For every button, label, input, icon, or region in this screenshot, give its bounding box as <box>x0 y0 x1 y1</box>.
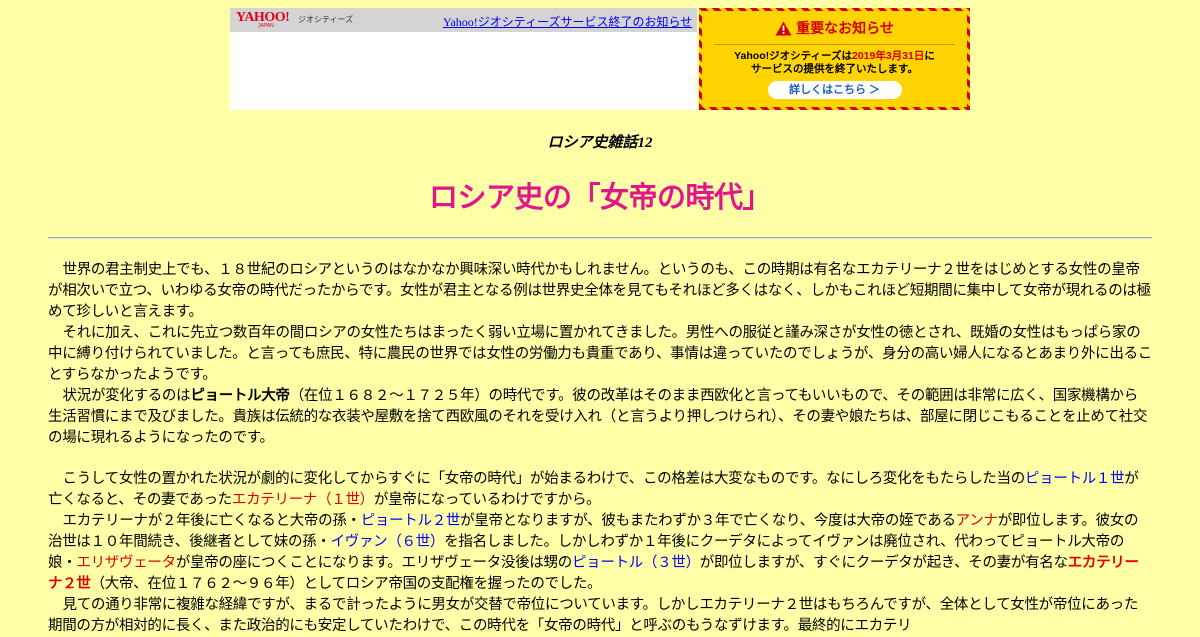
banner-line1-post: に <box>924 50 935 62</box>
p5-text-a: エカテリーナが２年後に亡くなると大帝の孫・ <box>62 513 362 529</box>
geocities-top-bar: YAHOO! JAPAN ジオシティーズ Yahoo!ジオシティーズサービス終了… <box>230 8 970 110</box>
p3-text-a: 状況が変化するのは <box>62 388 191 404</box>
banner-line1-pre: Yahoo!ジオシティーズは <box>734 50 852 62</box>
p5-text-b: が皇帝となりますが、彼もまたわずか３年で亡くなり、今度は大帝の姪である <box>460 513 956 529</box>
ivan-6-name: イヴァン（６世） <box>330 534 445 550</box>
banner-end-date: 2019年3月31日 <box>851 50 925 62</box>
paragraph-3: 状況が変化するのはピョートル大帝（在位１６８２～１７２５年）の時代です。彼の改革… <box>48 386 1152 449</box>
p4-text-a: こうして女性の置かれた状況が劇的に変化してからすぐに「女帝の時代」が始まるわけで… <box>62 471 1026 487</box>
p5-text-g: （大帝、在位１７６２～９６年）としてロシア帝国の支配権を握ったのでした。 <box>90 576 602 592</box>
anna-name: アンナ <box>955 513 998 529</box>
service-end-notice-link[interactable]: Yahoo!ジオシティーズサービス終了のお知らせ <box>443 13 692 30</box>
banner-line2: サービスの提供を終了いたします。 <box>751 63 918 75</box>
elizabeth-name: エリザヴェータ <box>76 555 176 571</box>
peter-1-name: ピョートル１世 <box>1024 471 1125 487</box>
paragraph-6: 見ての通り非常に複雑な経緯ですが、まるで計ったように男女が交替で帝位についていま… <box>48 597 1139 634</box>
paragraph-4: こうして女性の置かれた状況が劇的に変化してからすぐに「女帝の時代」が始まるわけで… <box>48 469 1152 511</box>
page-title: ロシア史の「女帝の時代」 <box>428 180 772 214</box>
p4-text-c: が皇帝になっているわけですから。 <box>373 492 601 508</box>
warning-icon <box>775 21 792 35</box>
catherine-1-name: エカテリーナ（１世） <box>231 492 374 508</box>
details-button[interactable]: 詳しくはこちら ＞ <box>767 81 902 99</box>
paragraph-5: エカテリーナが２年後に亡くなると大帝の孫・ピョートル２世が皇帝となりますが、彼も… <box>48 511 1152 595</box>
horizontal-rule <box>48 237 1152 239</box>
page-subtitle: ロシア史雑話12 <box>547 135 653 151</box>
p5-text-f: が即位しますが、すぐにクーデタが起き、その妻が有名な <box>699 555 1068 571</box>
banner-divider <box>714 44 955 45</box>
service-name: ジオシティーズ <box>298 15 354 24</box>
important-notice-banner[interactable]: 重要なお知らせ Yahoo!ジオシティーズは2019年3月31日に サービスの提… <box>699 8 970 110</box>
geocities-panel: YAHOO! JAPAN ジオシティーズ Yahoo!ジオシティーズサービス終了… <box>230 8 697 110</box>
peter-2-name: ピョートル２世 <box>360 513 461 529</box>
banner-title-text: 重要なお知らせ <box>796 20 894 36</box>
peter-3-name: ピョートル（３世） <box>571 555 700 571</box>
p5-text-e: が皇帝の座につくことになります。エリザヴェータ没後は甥の <box>175 555 572 571</box>
geocities-header: YAHOO! JAPAN ジオシティーズ Yahoo!ジオシティーズサービス終了… <box>230 8 697 32</box>
yahoo-japan-logo[interactable]: YAHOO! JAPAN <box>236 11 290 29</box>
banner-title: 重要なお知らせ <box>702 18 967 38</box>
peter-the-great: ピョートル大帝 <box>190 388 290 404</box>
paragraph-2: それに加え、これに先立つ数百年の間ロシアの女性たちはまったく弱い立場に置かれてき… <box>48 325 1152 383</box>
banner-message: Yahoo!ジオシティーズは2019年3月31日に サービスの提供を終了いたしま… <box>702 50 967 76</box>
paragraph-1: 世界の君主制史上でも、１８世紀のロシアというのはなかなか興味深い時代かもしれませ… <box>48 262 1151 320</box>
article-body: 世界の君主制史上でも、１８世紀のロシアというのはなかなか興味深い時代かもしれませ… <box>48 260 1152 637</box>
